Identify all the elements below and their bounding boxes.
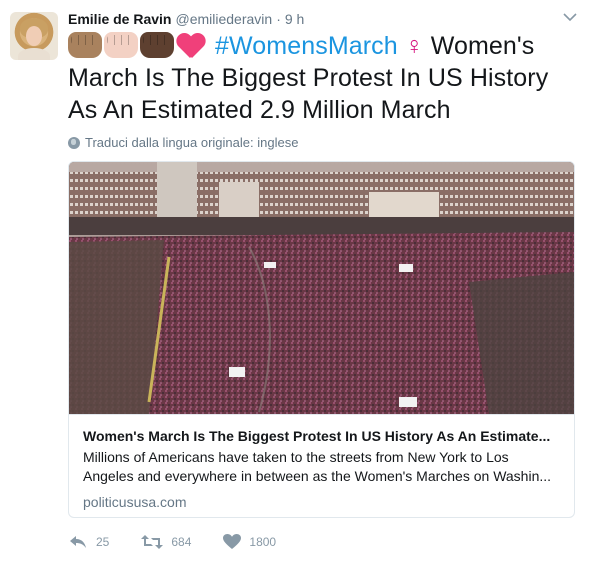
female-sign-icon: ♀ (404, 32, 424, 60)
author-name[interactable]: Emilie de Ravin (68, 11, 171, 27)
retweet-icon (141, 534, 164, 550)
tweet-actions: 25 684 1800 (68, 534, 308, 550)
avatar[interactable] (10, 12, 58, 60)
retweet-button[interactable]: 684 (141, 534, 191, 550)
card-title[interactable]: Women's March Is The Biggest Protest In … (83, 427, 560, 446)
tweet-header: Emilie de Ravin @emiliederavin · 9 h (68, 11, 304, 27)
like-button[interactable]: 1800 (223, 534, 276, 550)
avatar-face (26, 26, 42, 46)
heart-icon (223, 534, 242, 550)
hashtag-link[interactable]: #WomensMarch (215, 32, 398, 60)
fist-medium-skin-emoji-icon (68, 32, 102, 58)
translate-label: Traduci dalla lingua originale: inglese (85, 135, 299, 150)
globe-icon (68, 136, 80, 149)
link-card[interactable]: Women's March Is The Biggest Protest In … (68, 161, 575, 518)
author-handle[interactable]: @emiliederavin (175, 11, 272, 27)
like-count: 1800 (249, 535, 277, 549)
fist-light-skin-emoji-icon (104, 32, 138, 58)
tweet-text: #WomensMarch ♀ Women's March Is The Bigg… (68, 30, 578, 126)
chevron-down-icon[interactable] (561, 8, 579, 26)
reply-button[interactable]: 25 (68, 534, 109, 550)
card-body: Women's March Is The Biggest Protest In … (69, 414, 574, 510)
header-separator: · (276, 11, 281, 27)
tweet-timestamp[interactable]: 9 h (285, 11, 304, 27)
translate-link[interactable]: Traduci dalla lingua originale: inglese (68, 135, 298, 150)
avatar-shoulder (18, 48, 50, 60)
fist-dark-skin-emoji-icon (140, 32, 174, 58)
growing-heart-emoji-icon (176, 32, 206, 58)
aerial-crowd-photo (69, 162, 574, 414)
retweet-count: 684 (171, 535, 192, 549)
reply-count: 25 (96, 535, 110, 549)
tweet: Emilie de Ravin @emiliederavin · 9 h #Wo… (0, 0, 591, 566)
card-description: Millions of Americans have taken to the … (83, 449, 552, 484)
reply-icon (68, 534, 88, 550)
card-image[interactable] (69, 162, 574, 414)
card-domain[interactable]: politicususa.com (83, 494, 560, 510)
